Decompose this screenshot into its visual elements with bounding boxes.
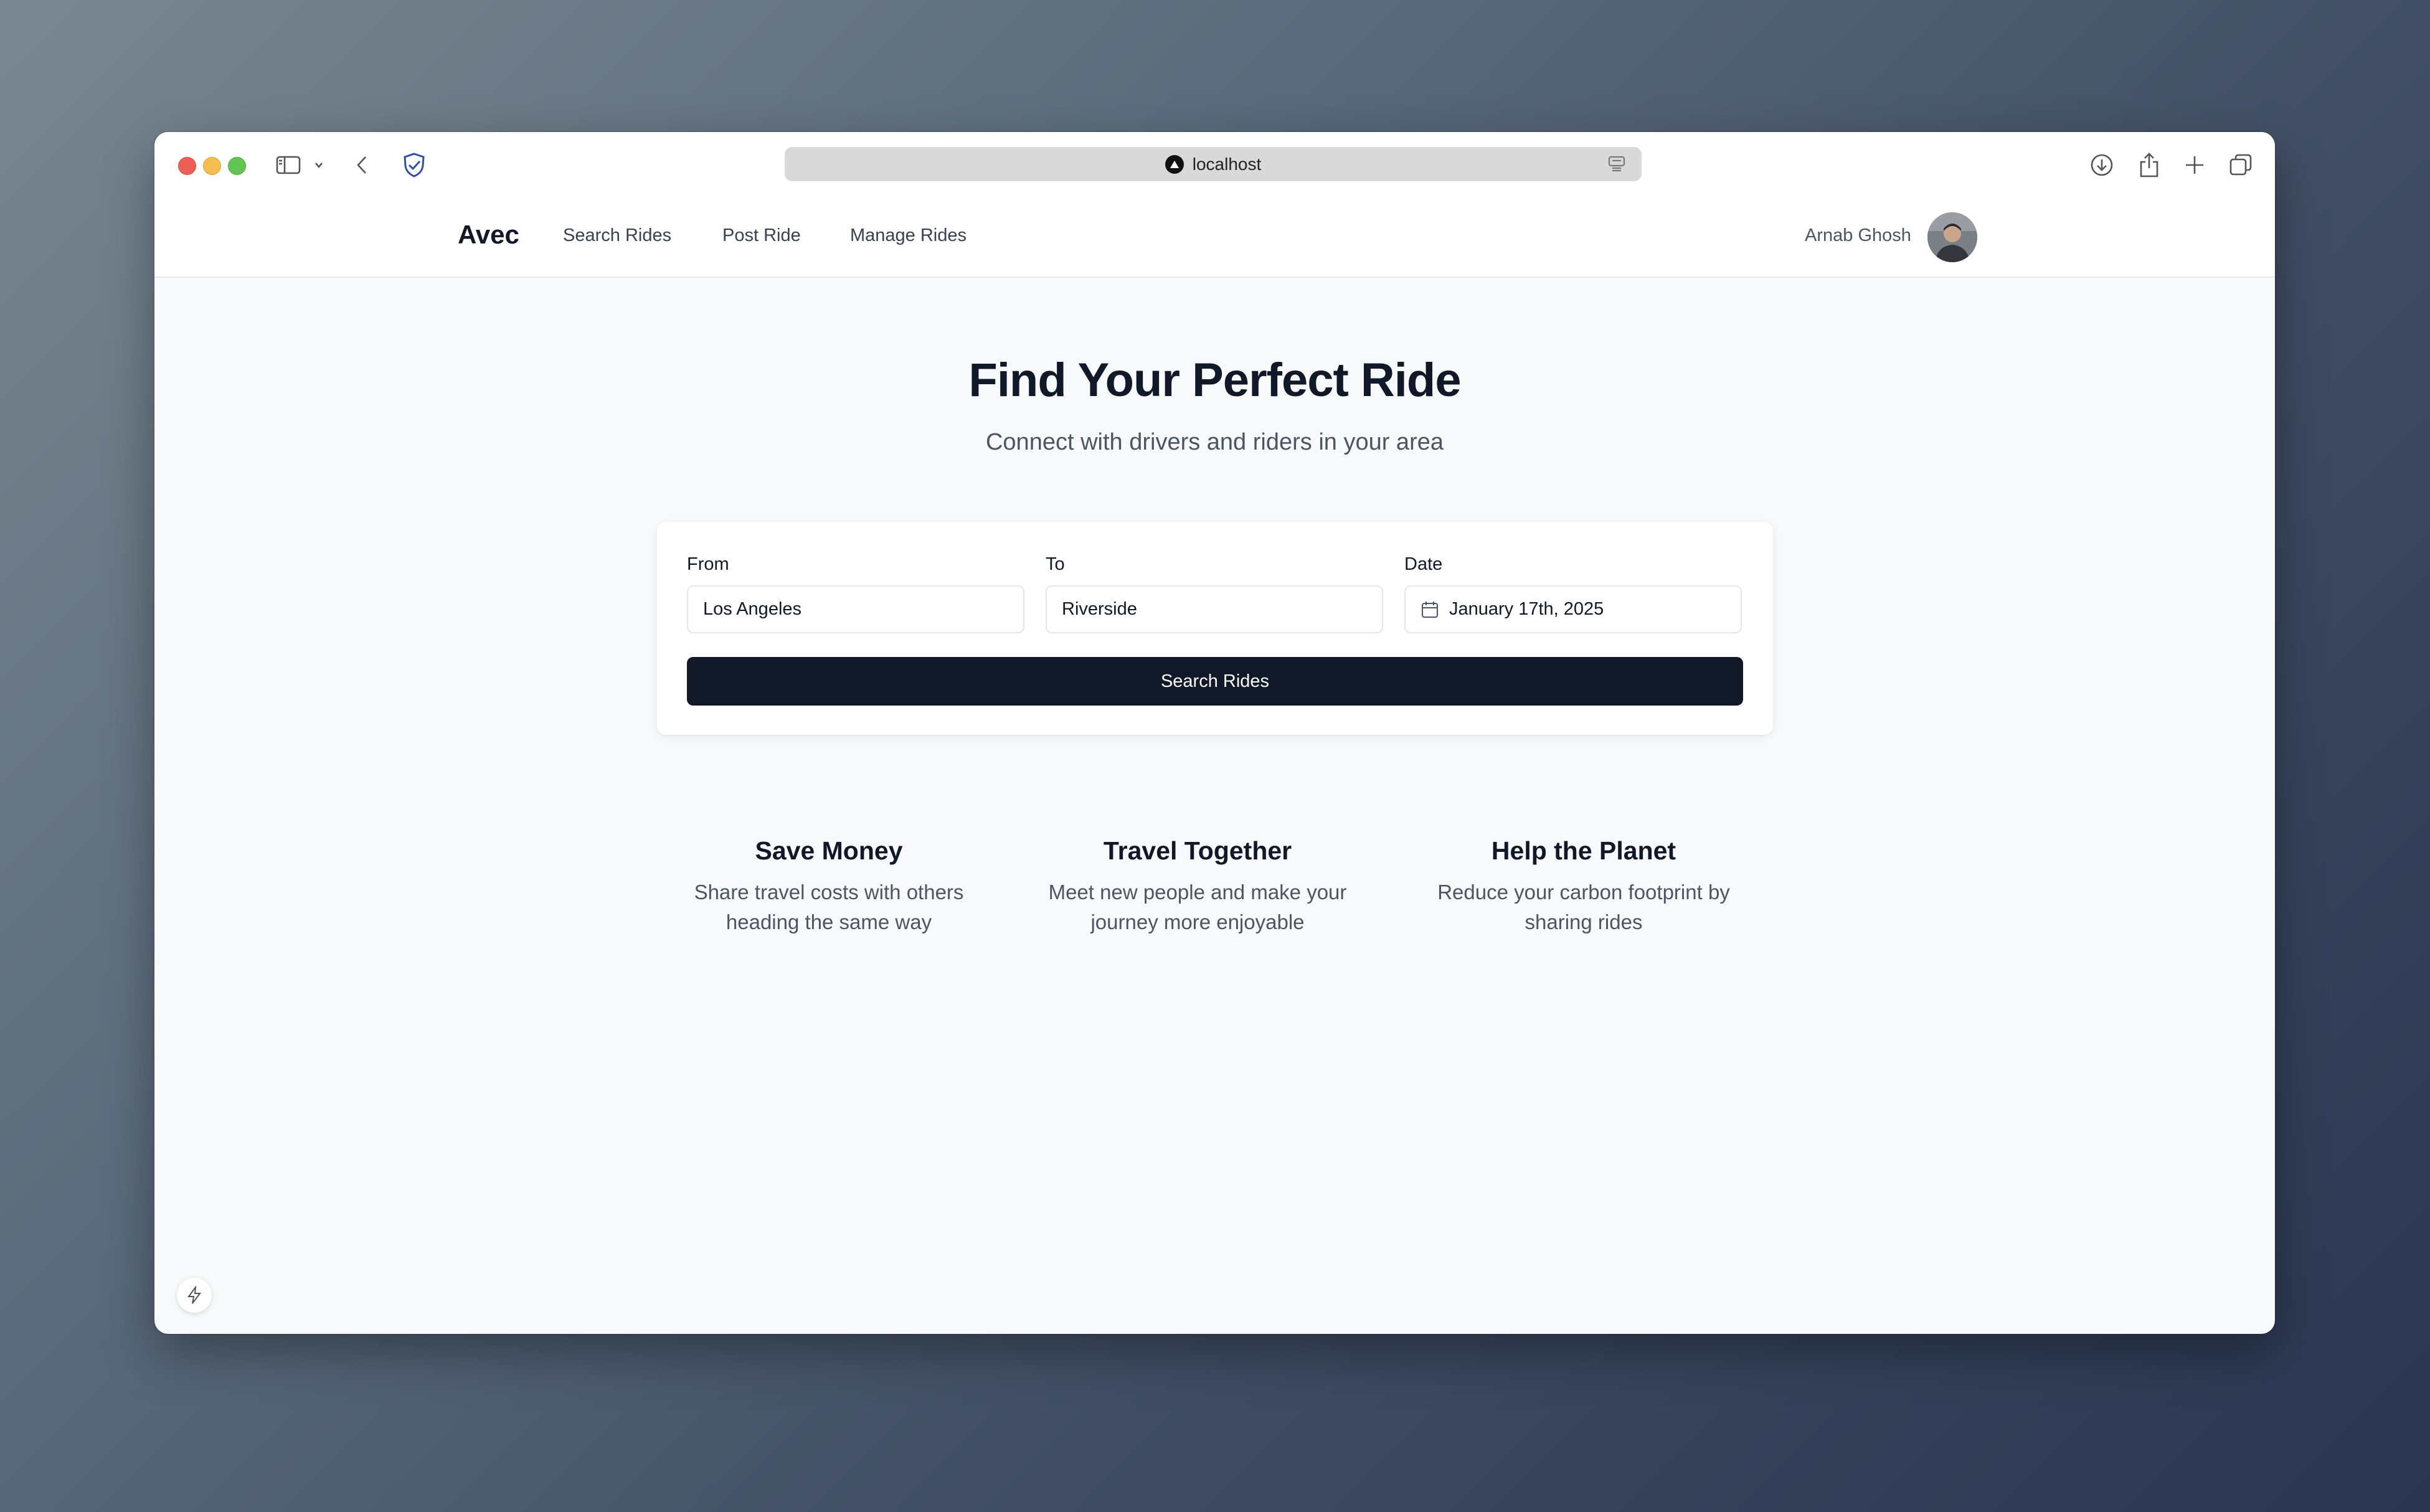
nav-post-ride[interactable]: Post Ride [722, 225, 801, 246]
feature-description-line: Meet new people and make your [1048, 881, 1347, 904]
feature-title: Help the Planet [1491, 836, 1676, 865]
feature-help-the-planet: Help the Planet Reduce your carbon footp… [1409, 836, 1758, 937]
to-label: To [1046, 554, 1065, 574]
address-bar[interactable]: localhost [785, 147, 1642, 181]
dev-tools-lightning-icon[interactable] [177, 1278, 212, 1313]
feature-description: Reduce your carbon footprint by sharing … [1409, 877, 1758, 937]
download-icon[interactable] [2089, 151, 2114, 179]
feature-description-line: sharing rides [1525, 910, 1643, 934]
site-favicon-icon [1165, 154, 1184, 174]
feature-title: Save Money [755, 836, 903, 865]
ride-search-form: From To Date Los Angeles Riverside Janua… [657, 522, 1773, 735]
sidebar-toggle-icon[interactable] [273, 151, 304, 179]
desktop: localhost Avec Search Rides Post Ride Ma… [0, 0, 2430, 1512]
avatar[interactable] [1927, 212, 1977, 262]
calendar-icon [1421, 600, 1439, 619]
brand-logo[interactable]: Avec [458, 220, 519, 250]
feature-description-line: journey more enjoyable [1090, 910, 1305, 934]
feature-description: Share travel costs with others heading t… [655, 877, 1003, 937]
chevron-down-icon[interactable] [313, 151, 325, 179]
share-icon[interactable] [2137, 151, 2162, 179]
feature-save-money: Save Money Share travel costs with other… [655, 836, 1003, 937]
nav-manage-rides[interactable]: Manage Rides [850, 225, 967, 246]
feature-description-line: Reduce your carbon footprint by [1437, 881, 1730, 904]
tab-overview-icon[interactable] [2228, 151, 2253, 179]
from-input[interactable]: Los Angeles [687, 585, 1024, 633]
browser-window: localhost Avec Search Rides Post Ride Ma… [154, 132, 2275, 1334]
reader-mode-icon[interactable] [1608, 156, 1625, 176]
to-input[interactable]: Riverside [1046, 585, 1383, 633]
page-subtitle: Connect with drivers and riders in your … [985, 429, 1444, 455]
feature-description-line: Share travel costs with others [694, 881, 964, 904]
nav-search-rides[interactable]: Search Rides [563, 225, 671, 246]
back-arrow-icon[interactable] [352, 151, 371, 179]
feature-description: Meet new people and make your journey mo… [1023, 877, 1372, 937]
from-label: From [687, 554, 729, 574]
new-tab-icon[interactable] [2182, 151, 2207, 179]
feature-description-line: heading the same way [726, 910, 932, 934]
feature-title: Travel Together [1103, 836, 1292, 865]
feature-travel-together: Travel Together Meet new people and make… [1023, 836, 1372, 937]
page-title: Find Your Perfect Ride [968, 354, 1461, 407]
browser-titlebar: localhost [154, 132, 2275, 197]
date-label: Date [1404, 554, 1443, 574]
app-navbar: Avec Search Rides Post Ride Manage Rides… [154, 197, 2275, 278]
shield-check-icon[interactable] [400, 151, 428, 179]
search-rides-button[interactable]: Search Rides [687, 657, 1743, 706]
user-name: Arnab Ghosh [1805, 225, 1911, 245]
maximize-window-button[interactable] [228, 157, 246, 175]
url-text: localhost [1192, 154, 1262, 174]
minimize-window-button[interactable] [203, 157, 221, 175]
close-window-button[interactable] [178, 157, 196, 175]
date-value: January 17th, 2025 [1449, 599, 1604, 619]
date-picker[interactable]: January 17th, 2025 [1404, 585, 1742, 633]
